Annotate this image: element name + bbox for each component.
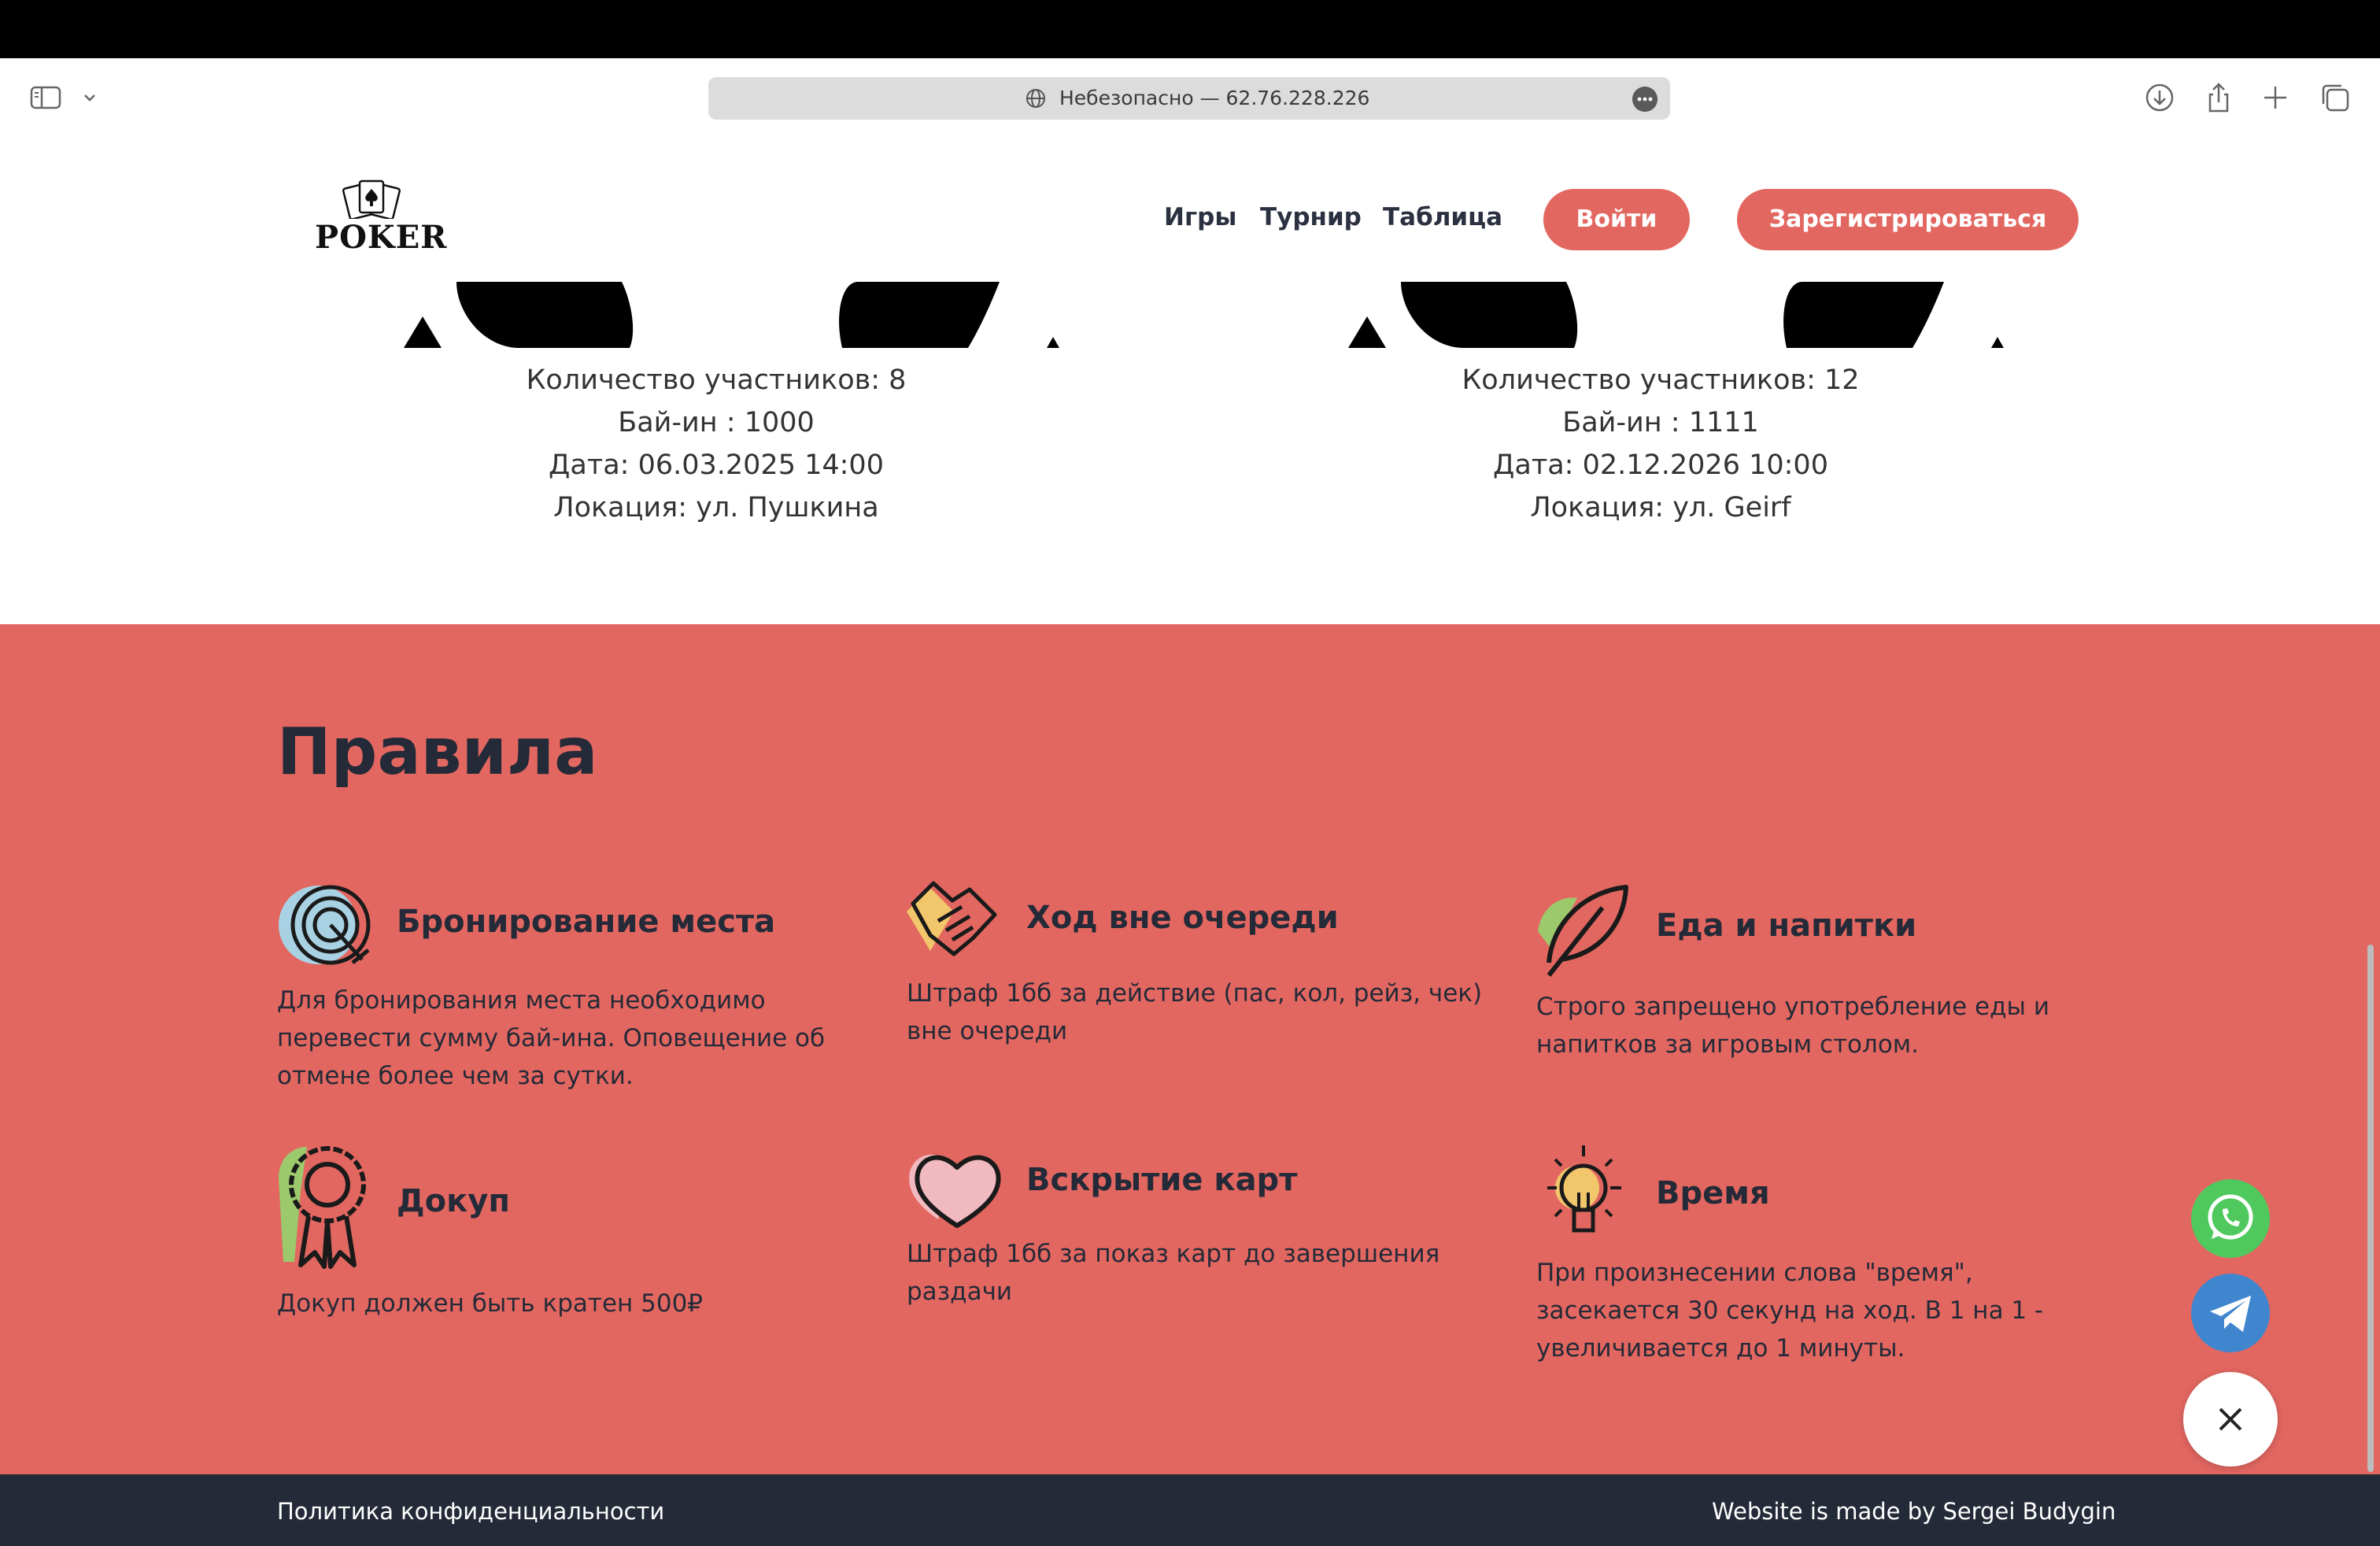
tournament-participants: Количество участников: 12 bbox=[1462, 364, 1860, 396]
tournament-1-image bbox=[404, 282, 1059, 348]
logo[interactable]: POKER bbox=[315, 178, 446, 256]
whatsapp-button[interactable] bbox=[2191, 1179, 2270, 1258]
tournament-participants: Количество участников: 8 bbox=[526, 364, 907, 396]
rule-text: Докуп должен быть кратен 500₽ bbox=[277, 1289, 704, 1318]
nav-table[interactable]: Таблица bbox=[1383, 203, 1502, 231]
chevron-down-icon[interactable] bbox=[82, 90, 98, 105]
tournament-buyin: Бай-ин : 1111 bbox=[1562, 407, 1759, 438]
close-contacts-button[interactable] bbox=[2183, 1372, 2278, 1466]
rule-title: Бронирование места bbox=[397, 904, 776, 940]
logo-text: POKER bbox=[315, 219, 448, 256]
rule-title: Время bbox=[1656, 1175, 1770, 1211]
handshake-icon bbox=[907, 881, 997, 956]
address-text: Небезопасно — 62.76.228.226 bbox=[1059, 87, 1370, 109]
tournament-card-2[interactable]: Количество участников: 12 Бай-ин : 1111 … bbox=[1385, 359, 1936, 529]
author-credit[interactable]: Website is made by Sergei Budygin bbox=[1712, 1498, 2116, 1525]
globe-icon bbox=[1026, 89, 1045, 108]
footer: Политика конфиденциальности Website is m… bbox=[0, 1474, 2380, 1546]
scrollbar[interactable] bbox=[2367, 945, 2374, 1472]
rule-title: Докуп bbox=[397, 1183, 510, 1219]
nav-games[interactable]: Игры bbox=[1164, 203, 1236, 231]
tournament-date: Дата: 06.03.2025 14:00 bbox=[549, 449, 884, 481]
rule-title: Ход вне очереди bbox=[1026, 900, 1339, 936]
system-menu-bar bbox=[0, 0, 2380, 58]
more-icon[interactable] bbox=[1632, 87, 1658, 112]
tournament-date: Дата: 02.12.2026 10:00 bbox=[1493, 449, 1828, 481]
rules-title: Правила bbox=[277, 715, 598, 790]
tournament-card-1[interactable]: Количество участников: 8 Бай-ин : 1000 Д… bbox=[441, 359, 992, 529]
tabs-overview-icon[interactable] bbox=[2319, 82, 2351, 113]
award-icon bbox=[279, 1146, 366, 1269]
rule-text: Для бронирования места необходимо переве… bbox=[277, 986, 826, 1090]
tournament-buyin: Бай-ин : 1000 bbox=[618, 407, 815, 438]
rule-title: Вскрытие карт bbox=[1026, 1162, 1298, 1198]
close-icon bbox=[2219, 1407, 2242, 1431]
leaf-icon bbox=[1538, 885, 1628, 977]
login-button[interactable]: Войти bbox=[1543, 189, 1690, 250]
share-icon[interactable] bbox=[2203, 82, 2234, 113]
tournament-2-image bbox=[1348, 282, 2004, 348]
rule-text: Штраф 1бб за действие (пас, кол, рейз, ч… bbox=[907, 979, 1483, 1045]
lightbulb-icon bbox=[1547, 1145, 1621, 1233]
new-tab-icon[interactable] bbox=[2260, 82, 2291, 113]
register-button[interactable]: Зарегистрироваться bbox=[1737, 189, 2079, 250]
tournament-location: Локация: ул. Пушкина bbox=[553, 492, 879, 523]
rule-text: При произнесении слова "время", засекает… bbox=[1536, 1259, 2044, 1363]
whatsapp-icon bbox=[2208, 1194, 2253, 1240]
sidebar-icon[interactable] bbox=[30, 85, 61, 110]
rule-title: Еда и напитки bbox=[1656, 908, 1917, 944]
cards-icon bbox=[342, 179, 401, 219]
download-icon[interactable] bbox=[2144, 82, 2175, 113]
tournament-location: Локация: ул. Geirf bbox=[1530, 492, 1791, 523]
address-bar[interactable]: Небезопасно — 62.76.228.226 bbox=[708, 77, 1670, 120]
rule-text: Штраф 1бб за показ карт до завершения ра… bbox=[907, 1240, 1440, 1306]
rule-text: Строго запрещено употребление еды и напи… bbox=[1536, 993, 2050, 1059]
target-icon bbox=[279, 885, 371, 965]
rules-section: Правила Бронирование места Для бронирова… bbox=[0, 624, 2380, 1474]
browser-toolbar: Небезопасно — 62.76.228.226 bbox=[0, 58, 2380, 140]
nav-tournament[interactable]: Турнир bbox=[1260, 203, 1362, 231]
telegram-icon bbox=[2210, 1296, 2251, 1332]
site-header: POKER Игры Турнир Таблица Войти Зарегист… bbox=[0, 140, 2380, 282]
privacy-policy-link[interactable]: Политика конфиденциальности bbox=[277, 1498, 664, 1525]
telegram-button[interactable] bbox=[2191, 1274, 2270, 1352]
heart-icon bbox=[909, 1154, 1001, 1228]
